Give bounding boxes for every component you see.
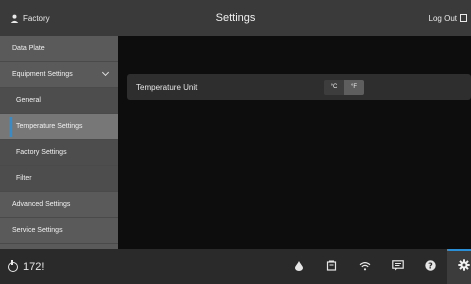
temperature-unit-toggle[interactable]: °C °F [324, 80, 364, 95]
sidebar-item-label: Equipment Settings [12, 71, 73, 78]
chevron-down-icon [101, 68, 110, 77]
sidebar-item-label: Data Plate [12, 45, 45, 52]
header-bar: Factory Settings Log Out [0, 0, 471, 36]
power-icon [8, 259, 18, 272]
settings-button[interactable] [447, 249, 471, 284]
water-drop-icon [294, 258, 303, 276]
sidebar-item-general[interactable]: General [0, 88, 118, 114]
sidebar-item-service-settings[interactable]: Service Settings [0, 218, 118, 244]
logout-icon [460, 14, 467, 22]
celsius-option[interactable]: °C [324, 80, 344, 95]
temperature-unit-row: Temperature Unit °C °F [127, 74, 471, 100]
sidebar-item-label: Advanced Settings [12, 201, 71, 208]
status-value: 172! [23, 260, 45, 273]
message-button[interactable] [381, 249, 414, 284]
wifi-icon [359, 258, 371, 276]
settings-sidebar: Data Plate Equipment Settings General Te… [0, 36, 118, 249]
settings-content: Temperature Unit °C °F [118, 36, 471, 249]
active-indicator [9, 117, 12, 137]
message-icon [391, 258, 404, 276]
sidebar-item-label: Service Settings [12, 227, 63, 234]
bottom-bar: 172! ? [0, 249, 471, 284]
sidebar-item-label: General [16, 97, 41, 104]
wifi-button[interactable] [348, 249, 381, 284]
sidebar-item-data-plate[interactable]: Data Plate [0, 36, 118, 62]
sidebar-item-filter[interactable]: Filter [0, 166, 118, 192]
svg-text:?: ? [428, 261, 433, 270]
sidebar-item-label: Temperature Settings [16, 123, 83, 130]
page-title: Settings [215, 12, 256, 24]
temperature-unit-label: Temperature Unit [136, 82, 198, 92]
sidebar-item-equipment-settings[interactable]: Equipment Settings [0, 62, 118, 88]
sidebar-item-factory-settings[interactable]: Factory Settings [0, 140, 118, 166]
sidebar-item-label: Filter [16, 175, 32, 182]
power-status[interactable]: 172! [8, 249, 44, 284]
settings-gear-icon [457, 258, 470, 276]
help-button[interactable]: ? [414, 249, 447, 284]
logout-button[interactable]: Log Out [429, 0, 467, 36]
water-drop-button[interactable] [282, 249, 315, 284]
appliance-button[interactable] [315, 249, 348, 284]
logout-label: Log Out [428, 13, 457, 23]
sidebar-item-label: Factory Settings [16, 149, 67, 156]
fahrenheit-option[interactable]: °F [344, 80, 364, 95]
appliance-icon [326, 258, 337, 276]
help-icon: ? [425, 258, 436, 276]
sidebar-item-temperature-settings[interactable]: Temperature Settings [0, 114, 118, 140]
sidebar-item-advanced-settings[interactable]: Advanced Settings [0, 192, 118, 218]
